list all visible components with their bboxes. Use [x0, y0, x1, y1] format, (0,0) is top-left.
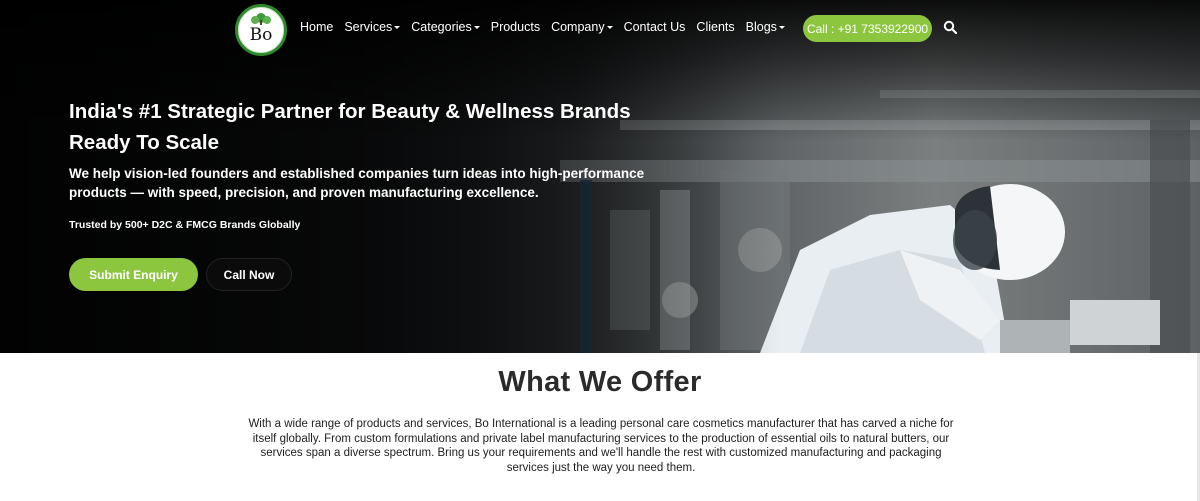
- search-icon[interactable]: [943, 20, 957, 34]
- nav-blogs[interactable]: Blogs: [746, 20, 785, 34]
- nav-clients[interactable]: Clients: [696, 20, 734, 34]
- nav-company[interactable]: Company: [551, 20, 613, 34]
- hero-headline-line2: Ready To Scale: [69, 131, 220, 154]
- nav-services[interactable]: Services: [344, 20, 401, 34]
- nav-contact-us[interactable]: Contact Us: [624, 20, 686, 34]
- hero-headline: India's #1 Strategic Partner for Beauty …: [69, 96, 709, 158]
- main-nav: Home Services Categories Products Compan…: [300, 19, 796, 35]
- hero-subtext: We help vision-led founders and establis…: [69, 166, 645, 200]
- nav-products[interactable]: Products: [491, 20, 540, 34]
- trust-line: Trusted by 500+ D2C & FMCG Brands Global…: [69, 219, 301, 231]
- section-title: What We Offer: [498, 366, 702, 398]
- logo-text: Bo: [249, 25, 273, 45]
- hero-headline-line1: India's #1 Strategic Partner for Beauty …: [69, 100, 631, 123]
- caret-down-icon: [778, 25, 785, 29]
- call-now-button[interactable]: Call Now: [206, 258, 292, 291]
- section-description: With a wide range of products and servic…: [248, 418, 954, 474]
- nav-home[interactable]: Home: [300, 20, 333, 34]
- brand-logo[interactable]: Bo: [235, 4, 287, 56]
- caret-down-icon: [394, 25, 401, 29]
- caret-down-icon: [473, 25, 480, 29]
- submit-enquiry-button[interactable]: Submit Enquiry: [69, 258, 198, 291]
- tree-icon: [251, 13, 271, 25]
- caret-down-icon: [606, 25, 613, 29]
- call-phone-button[interactable]: Call : +91 7353922900: [803, 15, 932, 42]
- nav-categories[interactable]: Categories: [411, 20, 480, 34]
